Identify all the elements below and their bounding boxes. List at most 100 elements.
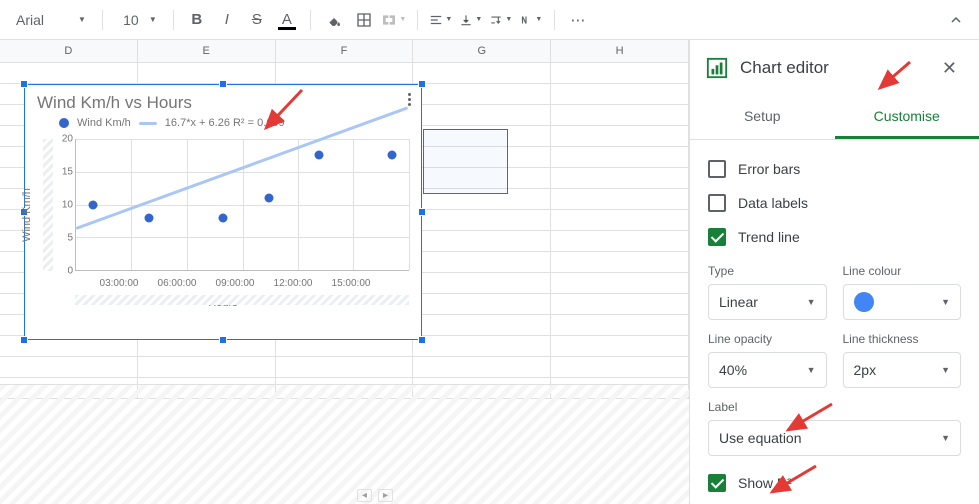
borders-icon	[356, 12, 372, 28]
chart-editor-icon	[706, 57, 728, 79]
x-tick: 06:00:00	[158, 278, 197, 289]
checkbox[interactable]	[708, 474, 726, 492]
col-header[interactable]: G	[413, 40, 551, 62]
data-point[interactable]	[145, 213, 154, 222]
caret-down-icon: ▼	[807, 297, 816, 307]
separator	[173, 10, 174, 30]
bold-button[interactable]: B	[184, 7, 210, 33]
data-labels-checkbox-row[interactable]: Data labels	[708, 186, 961, 220]
more-button[interactable]: ⋯	[565, 7, 591, 33]
y-tick: 5	[57, 233, 73, 244]
show-r2-checkbox-row[interactable]: Show R²	[708, 466, 961, 500]
line-colour-dropdown[interactable]: ▼	[843, 284, 962, 320]
col-header[interactable]: E	[138, 40, 276, 62]
x-tick: 03:00:00	[100, 278, 139, 289]
wrap-icon	[489, 13, 503, 27]
align-left-icon	[429, 13, 443, 27]
checkbox[interactable]	[708, 160, 726, 178]
collapse-toolbar-button[interactable]	[943, 7, 969, 33]
axis-decoration	[75, 295, 409, 305]
y-tick: 0	[57, 266, 73, 277]
fill-color-button[interactable]	[321, 7, 347, 33]
resize-handle[interactable]	[418, 80, 426, 88]
dropdown-value: Use equation	[719, 430, 802, 446]
separator	[554, 10, 555, 30]
resize-handle[interactable]	[219, 336, 227, 344]
x-tick: 12:00:00	[274, 278, 313, 289]
data-point[interactable]	[265, 193, 274, 202]
vertical-align-button[interactable]: ▼	[458, 7, 484, 33]
error-bars-checkbox-row[interactable]: Error bars	[708, 152, 961, 186]
spreadsheet-area[interactable]: D E F G H	[0, 40, 689, 504]
text-color-button[interactable]: A	[274, 7, 300, 33]
checkbox[interactable]	[708, 194, 726, 212]
x-tick: 09:00:00	[216, 278, 255, 289]
data-point[interactable]	[88, 200, 97, 209]
field-label: Line thickness	[843, 332, 962, 346]
horizontal-align-button[interactable]: ▼	[428, 7, 454, 33]
line-thickness-dropdown[interactable]: 2px ▼	[843, 352, 962, 388]
legend-series-marker	[59, 118, 69, 128]
y-tick: 10	[57, 200, 73, 211]
field-label: Label	[708, 400, 961, 414]
font-size-select[interactable]: 10 ▼	[113, 8, 163, 32]
font-name-value: Arial	[16, 12, 72, 28]
paint-bucket-icon	[326, 12, 342, 28]
checkbox-label: Data labels	[738, 195, 808, 211]
checkbox-label: Error bars	[738, 161, 800, 177]
trend-line-checkbox-row[interactable]: Trend line	[708, 220, 961, 254]
column-headers: D E F G H	[0, 40, 689, 63]
tab-customise[interactable]: Customise	[835, 96, 979, 139]
caret-down-icon: ▼	[807, 365, 816, 375]
embedded-chart[interactable]: Wind Km/h vs Hours Wind Km/h 16.7*x + 6.…	[24, 84, 422, 340]
trend-type-dropdown[interactable]: Linear ▼	[708, 284, 827, 320]
caret-down-icon: ▼	[445, 16, 452, 23]
data-point[interactable]	[388, 150, 397, 159]
tab-setup[interactable]: Setup	[690, 96, 835, 139]
field-label: Type	[708, 264, 827, 278]
strikethrough-button[interactable]: S	[244, 7, 270, 33]
resize-handle[interactable]	[20, 80, 28, 88]
col-header[interactable]: F	[276, 40, 414, 62]
rotation-icon	[519, 13, 533, 27]
italic-button[interactable]: I	[214, 7, 240, 33]
text-wrap-button[interactable]: ▼	[488, 7, 514, 33]
caret-down-icon: ▼	[941, 433, 950, 443]
axis-decoration	[43, 139, 53, 271]
caret-down-icon: ▼	[475, 16, 482, 23]
line-opacity-dropdown[interactable]: 40% ▼	[708, 352, 827, 388]
col-header[interactable]: H	[551, 40, 689, 62]
resize-handle[interactable]	[20, 336, 28, 344]
merge-icon	[381, 12, 397, 28]
plot-area[interactable]	[75, 139, 409, 271]
borders-button[interactable]	[351, 7, 377, 33]
font-size-value: 10	[119, 12, 143, 28]
field-label: Line opacity	[708, 332, 827, 346]
font-name-select[interactable]: Arial ▼	[10, 8, 92, 32]
sheet-footer-scroll[interactable]: ◂▸	[351, 486, 399, 504]
caret-down-icon: ▼	[78, 15, 86, 24]
trend-label-dropdown[interactable]: Use equation ▼	[708, 420, 961, 456]
y-tick: 20	[57, 134, 73, 145]
col-header[interactable]: D	[0, 40, 138, 62]
checkbox[interactable]	[708, 228, 726, 246]
valign-bottom-icon	[459, 13, 473, 27]
caret-down-icon: ▼	[941, 365, 950, 375]
data-point[interactable]	[218, 213, 227, 222]
text-rotation-button[interactable]: ▼	[518, 7, 544, 33]
legend-trend-equation: 16.7*x + 6.26 R² = 0.699	[165, 117, 285, 129]
data-point[interactable]	[315, 150, 324, 159]
separator	[417, 10, 418, 30]
toolbar: Arial ▼ 10 ▼ B I S A ▼ ▼ ▼	[0, 0, 979, 40]
y-axis-label[interactable]: Wind Km/h	[21, 188, 33, 242]
legend-series-label: Wind Km/h	[77, 117, 131, 129]
checkbox-label: Trend line	[738, 229, 800, 245]
dropdown-value: 40%	[719, 362, 747, 378]
chart-editor-panel: Chart editor ✕ Setup Customise Error bar…	[689, 40, 979, 504]
panel-tabs: Setup Customise	[690, 96, 979, 140]
close-panel-button[interactable]: ✕	[936, 52, 963, 85]
resize-handle[interactable]	[219, 80, 227, 88]
chart-title[interactable]: Wind Km/h vs Hours	[37, 93, 415, 113]
resize-handle[interactable]	[418, 336, 426, 344]
resize-handle[interactable]	[418, 208, 426, 216]
